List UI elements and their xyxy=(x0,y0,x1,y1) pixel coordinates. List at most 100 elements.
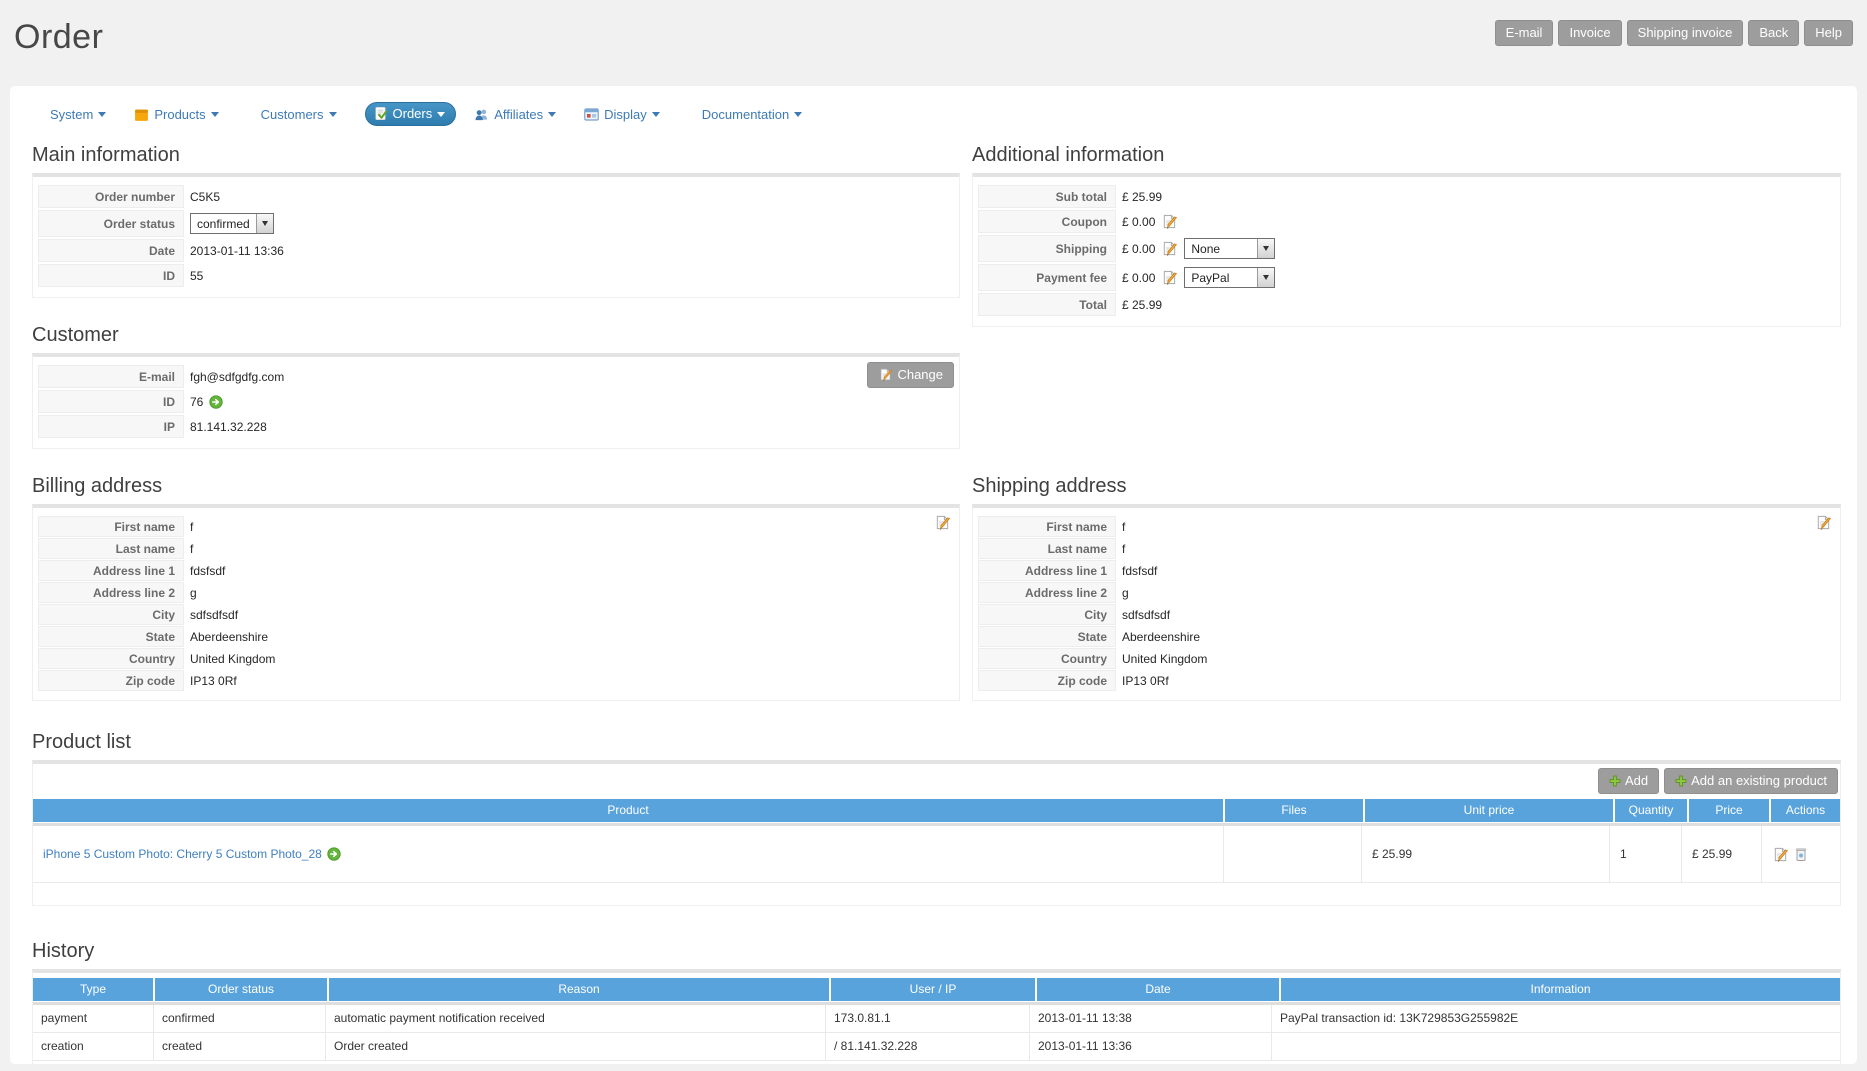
select-arrow-icon xyxy=(1257,239,1274,258)
order-status-row: Order status confirmed xyxy=(38,210,954,237)
product-quantity-cell: 1 xyxy=(1609,826,1681,883)
history-type: payment xyxy=(33,1005,153,1033)
customer-ip-row: IP 81.141.32.228 xyxy=(38,415,954,438)
invoice-button[interactable]: Invoice xyxy=(1558,20,1621,46)
edit-coupon-icon[interactable] xyxy=(1161,213,1178,230)
display-window-icon xyxy=(584,107,599,122)
customer-id-row: ID 76 xyxy=(38,390,954,413)
shipping-country: United Kingdom xyxy=(1116,648,1835,669)
main-information-panel: Order number C5K5 Order status confirmed… xyxy=(32,173,960,298)
shipping-row: Shipping £ 0.00 None xyxy=(978,235,1835,262)
coupon-row: Coupon £ 0.00 xyxy=(978,210,1835,233)
nav-item-affiliates[interactable]: Affiliates xyxy=(474,107,556,122)
empty-space xyxy=(33,1061,1840,1064)
order-number-row: Order number C5K5 xyxy=(38,185,954,208)
column-date: Date xyxy=(1037,978,1279,1001)
product-price-cell: £ 25.99 xyxy=(1681,826,1761,883)
order-id-row: ID 55 xyxy=(38,264,954,287)
shipping-invoice-button[interactable]: Shipping invoice xyxy=(1627,20,1744,46)
column-quantity: Quantity xyxy=(1615,799,1687,822)
coupon-value: £ 0.00 xyxy=(1122,215,1155,229)
nav-item-display[interactable]: Display xyxy=(584,107,660,122)
column-unit-price: Unit price xyxy=(1365,799,1613,822)
nav-item-documentation[interactable]: Documentation xyxy=(702,107,802,122)
select-arrow-icon xyxy=(256,214,273,233)
go-to-product-icon[interactable] xyxy=(327,847,341,861)
add-existing-product-button[interactable]: Add an existing product xyxy=(1664,768,1838,794)
help-button[interactable]: Help xyxy=(1804,20,1853,46)
content-card: System Products Customers Orders Affilia… xyxy=(10,86,1857,1064)
nav-item-products[interactable]: Products xyxy=(134,107,218,122)
email-button[interactable]: E-mail xyxy=(1495,20,1554,46)
plus-icon xyxy=(1609,775,1621,787)
chevron-down-icon xyxy=(794,112,802,117)
history-information xyxy=(1271,1033,1840,1061)
nav-item-orders[interactable]: Orders xyxy=(365,102,457,126)
billing-address-heading: Billing address xyxy=(32,475,960,498)
edit-shipping-icon[interactable] xyxy=(1161,240,1178,257)
column-price: Price xyxy=(1689,799,1769,822)
column-order-status: Order status xyxy=(155,978,327,1001)
shipping-address-heading: Shipping address xyxy=(972,475,1841,498)
customer-id-value: 76 xyxy=(190,395,203,409)
product-table-header: Product Files Unit price Quantity Price … xyxy=(33,799,1840,822)
additional-information-heading: Additional information xyxy=(972,144,1841,167)
history-reason: Order created xyxy=(325,1033,825,1061)
shipping-method-select[interactable]: None xyxy=(1184,238,1275,259)
product-link[interactable]: iPhone 5 Custom Photo: Cherry 5 Custom P… xyxy=(43,847,322,861)
column-reason: Reason xyxy=(329,978,829,1001)
main-information-heading: Main information xyxy=(32,144,960,167)
history-row: creation created Order created / 81.141.… xyxy=(33,1033,1840,1061)
product-row: iPhone 5 Custom Photo: Cherry 5 Custom P… xyxy=(33,826,1840,883)
header-buttons: E-mail Invoice Shipping invoice Back Hel… xyxy=(1495,20,1853,46)
total-value: £ 25.99 xyxy=(1116,293,1835,316)
product-unit-price-cell: £ 25.99 xyxy=(1361,826,1609,883)
edit-product-icon[interactable] xyxy=(1772,846,1789,863)
change-customer-button[interactable]: Change xyxy=(867,362,954,388)
additional-information-panel: Sub total £ 25.99 Coupon £ 0.00 Shipping… xyxy=(972,173,1841,327)
column-actions: Actions xyxy=(1771,799,1840,822)
history-panel: Type Order status Reason User / IP Date … xyxy=(32,969,1841,1064)
billing-state: Aberdeenshire xyxy=(184,626,954,647)
customer-panel: Change E-mail fgh@sdfgdfg.com ID 76 IP 8… xyxy=(32,353,960,449)
orders-doc-icon xyxy=(373,106,388,121)
shipping-value: £ 0.00 xyxy=(1122,242,1155,256)
column-files: Files xyxy=(1225,799,1363,822)
sub-total-value: £ 25.99 xyxy=(1116,185,1835,208)
customer-email-value: fgh@sdfgdfg.com xyxy=(184,365,954,388)
history-type: creation xyxy=(33,1033,153,1061)
delete-product-icon[interactable] xyxy=(1793,846,1809,862)
chevron-down-icon xyxy=(548,112,556,117)
customer-heading: Customer xyxy=(32,324,960,347)
history-user-ip: 173.0.81.1 xyxy=(825,1005,1029,1033)
empty-space xyxy=(33,883,1840,905)
back-button[interactable]: Back xyxy=(1748,20,1799,46)
edit-shipping-address-icon[interactable] xyxy=(1815,514,1832,531)
product-list-toolbar: Add Add an existing product xyxy=(35,768,1838,794)
billing-last-name: f xyxy=(184,538,954,559)
edit-payment-fee-icon[interactable] xyxy=(1161,269,1178,286)
shipping-first-name: f xyxy=(1116,516,1835,537)
main-nav: System Products Customers Orders Affilia… xyxy=(32,98,1841,136)
add-product-button[interactable]: Add xyxy=(1598,768,1659,794)
shipping-zip-code: IP13 0Rf xyxy=(1116,670,1835,691)
go-to-customer-icon[interactable] xyxy=(209,395,223,409)
order-number-value: C5K5 xyxy=(184,185,954,208)
history-table-header: Type Order status Reason User / IP Date … xyxy=(33,978,1840,1001)
nav-item-system[interactable]: System xyxy=(50,107,106,122)
order-id-value: 55 xyxy=(184,264,954,287)
customer-email-row: E-mail fgh@sdfgdfg.com xyxy=(38,365,954,388)
edit-icon xyxy=(878,367,893,382)
shipping-address-line-2: g xyxy=(1116,582,1835,603)
order-status-select[interactable]: confirmed xyxy=(190,213,274,234)
edit-billing-address-icon[interactable] xyxy=(934,514,951,531)
total-row: Total £ 25.99 xyxy=(978,293,1835,316)
history-information: PayPal transaction id: 13K729853G255982E xyxy=(1271,1005,1840,1033)
nav-item-customers[interactable]: Customers xyxy=(261,107,337,122)
billing-first-name: f xyxy=(184,516,954,537)
payment-fee-row: Payment fee £ 0.00 PayPal xyxy=(978,264,1835,291)
chevron-down-icon xyxy=(652,112,660,117)
history-date: 2013-01-11 13:36 xyxy=(1029,1033,1271,1061)
plus-icon xyxy=(1675,775,1687,787)
payment-method-select[interactable]: PayPal xyxy=(1184,267,1275,288)
